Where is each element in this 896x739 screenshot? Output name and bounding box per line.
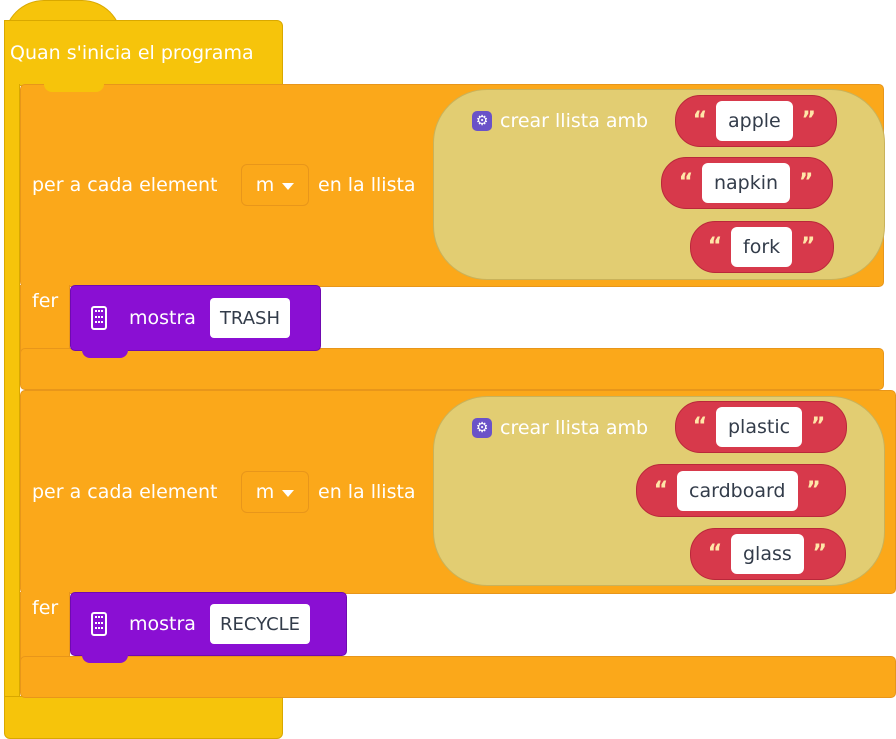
string-block[interactable]: “ plastic ” (675, 401, 847, 453)
quote-open-icon: “ (692, 414, 708, 439)
show-string-block[interactable]: mostra TRASH (70, 285, 321, 351)
gear-icon[interactable]: ⚙ (472, 111, 492, 131)
quote-close-icon: ” (810, 414, 826, 439)
loop-2-variable-dropdown[interactable]: m (241, 471, 309, 513)
string-value[interactable]: glass (731, 534, 804, 574)
string-value[interactable]: napkin (702, 163, 791, 203)
loop-2-variable-label: m (255, 481, 275, 503)
show-string-value[interactable]: TRASH (209, 298, 290, 338)
microbit-icon (91, 306, 107, 330)
loop-2-footer[interactable] (20, 656, 896, 698)
quote-close-icon: ” (798, 170, 814, 195)
loop-1-middle: en la llista (318, 174, 416, 196)
quote-open-icon: “ (692, 108, 708, 133)
string-block[interactable]: “ apple ” (675, 95, 837, 147)
show-string-value[interactable]: RECYCLE (209, 604, 311, 644)
chevron-down-icon (282, 182, 295, 190)
string-value[interactable]: plastic (716, 407, 803, 447)
loop-2-middle: en la llista (318, 481, 416, 503)
microbit-icon (91, 612, 107, 636)
quote-close-icon: ” (800, 234, 816, 259)
loop-1-prefix: per a cada element (32, 174, 218, 196)
list-2-header-label: crear llista amb (500, 417, 649, 439)
list-1-header-label: crear llista amb (500, 110, 649, 132)
quote-open-icon: “ (707, 234, 723, 259)
string-block[interactable]: “ fork ” (690, 221, 834, 273)
string-block[interactable]: “ glass ” (690, 528, 846, 580)
quote-close-icon: ” (806, 477, 821, 503)
gear-icon[interactable]: ⚙ (472, 418, 492, 438)
loop-1-notch (44, 84, 104, 92)
loop-1-variable-dropdown[interactable]: m (241, 164, 309, 206)
quote-close-icon: ” (801, 108, 816, 133)
quote-close-icon: ” (812, 541, 828, 566)
loop-2-notch (44, 390, 104, 398)
event-block-footer[interactable] (4, 696, 283, 739)
quote-open-icon: “ (707, 541, 723, 566)
show-string-label: mostra (129, 613, 196, 635)
show-string-notch (82, 655, 128, 663)
quote-open-icon: “ (678, 170, 694, 195)
loop-2-prefix: per a cada element (32, 481, 218, 503)
quote-open-icon: “ (653, 477, 669, 503)
show-string-block[interactable]: mostra RECYCLE (70, 592, 347, 656)
string-block[interactable]: “ cardboard ” (636, 464, 846, 517)
show-string-label: mostra (129, 307, 196, 329)
string-value[interactable]: fork (731, 227, 793, 267)
string-value[interactable]: apple (716, 101, 793, 141)
string-block[interactable]: “ napkin ” (661, 157, 833, 209)
list-1-header: ⚙ crear llista amb (472, 110, 648, 132)
show-string-notch (82, 350, 128, 358)
string-value[interactable]: cardboard (677, 470, 798, 511)
event-block-label: Quan s'inicia el programa (10, 42, 254, 64)
loop-1-do-label: fer (32, 290, 59, 312)
event-block-body[interactable] (4, 84, 20, 699)
loop-2-do-label: fer (32, 597, 59, 619)
loop-1-footer[interactable] (20, 348, 884, 390)
chevron-down-icon (282, 489, 295, 497)
loop-1-variable-label: m (255, 174, 275, 196)
list-2-header: ⚙ crear llista amb (472, 417, 648, 439)
